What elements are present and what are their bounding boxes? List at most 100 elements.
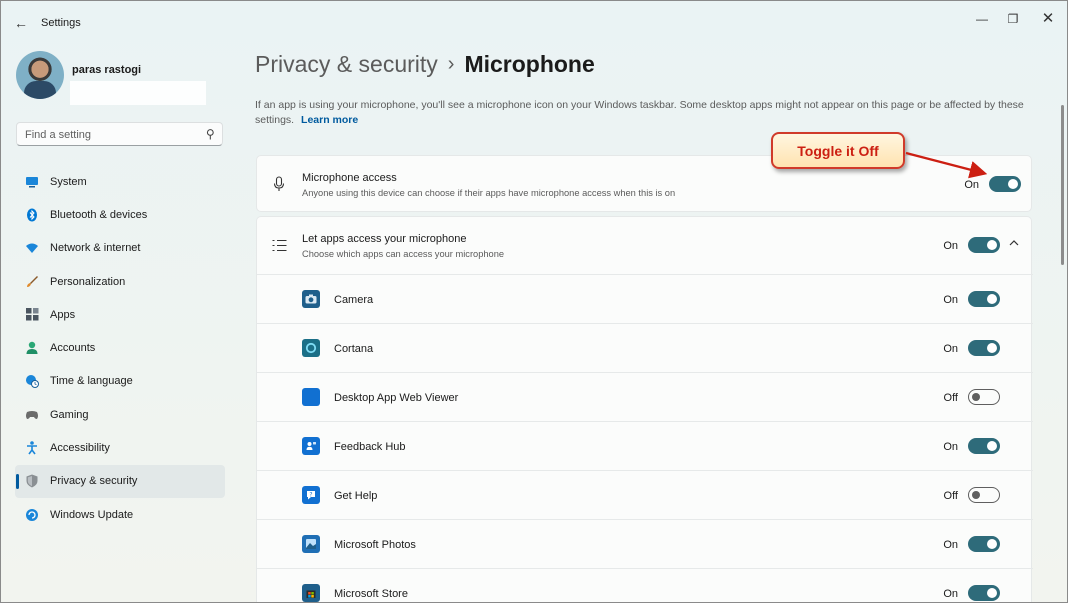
app-name: Cortana — [334, 343, 374, 355]
app-row-cortana: Cortana On — [257, 324, 1033, 373]
app-row-feedback-hub: Feedback Hub On — [257, 422, 1033, 471]
app-state: On — [943, 441, 958, 453]
bluetooth-icon — [25, 208, 39, 222]
photos-app-icon — [302, 535, 320, 553]
camera-app-icon — [302, 290, 320, 308]
sidebar-item-personalization[interactable]: Personalization — [15, 265, 225, 298]
sidebar-item-accounts[interactable]: Accounts — [15, 331, 225, 364]
brush-icon — [25, 275, 39, 289]
list-icon — [270, 236, 288, 254]
title-bar: ← Settings — ❐ ✕ — [1, 1, 1067, 41]
apps-access-subtitle: Choose which apps can access your microp… — [302, 249, 505, 259]
annotation-callout: Toggle it Off — [771, 132, 905, 169]
sidebar-item-windows-update[interactable]: Windows Update — [15, 498, 225, 531]
microphone-icon — [270, 175, 288, 193]
app-name: Camera — [334, 294, 374, 306]
maximize-button[interactable]: ❐ — [1000, 9, 1026, 29]
user-email-redacted — [70, 81, 206, 105]
controller-icon — [25, 408, 39, 422]
search-input[interactable]: Find a setting ⚲ — [16, 122, 223, 146]
close-button[interactable]: ✕ — [1035, 9, 1061, 29]
sidebar-item-label: Privacy & security — [50, 475, 138, 488]
desktop-app-web-viewer-toggle[interactable] — [968, 389, 1000, 405]
app-row-camera: Camera On — [257, 275, 1033, 324]
app-name: Microsoft Store — [334, 588, 408, 600]
app-row-desktop-app-web-viewer: Desktop App Web Viewer Off — [257, 373, 1033, 422]
app-row-get-help: ? Get Help Off — [257, 471, 1033, 520]
sidebar-item-time-language[interactable]: Time & language — [15, 365, 225, 398]
app-name: Feedback Hub — [334, 441, 406, 453]
accessibility-icon — [25, 441, 39, 455]
apps-icon — [25, 308, 39, 322]
get-help-app-icon: ? — [302, 486, 320, 504]
sidebar-item-apps[interactable]: Apps — [15, 298, 225, 331]
microphone-access-toggle[interactable] — [989, 176, 1021, 192]
camera-toggle[interactable] — [968, 291, 1000, 307]
sidebar-nav: System Bluetooth & devices Network & int… — [15, 165, 225, 531]
page-description: If an app is using your microphone, you'… — [255, 98, 1045, 128]
sidebar-item-bluetooth[interactable]: Bluetooth & devices — [15, 198, 225, 231]
store-app-icon — [302, 584, 320, 602]
description-text: If an app is using your microphone, you'… — [255, 99, 1024, 126]
user-name: paras rastogi — [72, 64, 142, 76]
sidebar-item-label: Bluetooth & devices — [50, 208, 148, 221]
sidebar-item-label: Time & language — [50, 375, 133, 388]
sidebar-item-system[interactable]: System — [15, 165, 225, 198]
settings-window: ← Settings — ❐ ✕ paras rastogi Find a se… — [0, 0, 1068, 603]
update-icon — [25, 508, 39, 522]
sidebar-item-label: System — [50, 175, 87, 188]
wifi-icon — [25, 241, 39, 255]
microphone-access-subtitle: Anyone using this device can choose if t… — [302, 188, 676, 198]
minimize-button[interactable]: — — [969, 9, 995, 29]
sidebar-item-label: Accounts — [50, 342, 96, 355]
search-icon[interactable]: ⚲ — [206, 127, 215, 141]
sidebar-item-label: Windows Update — [50, 508, 134, 521]
apps-access-card: Let apps access your microphone Choose w… — [256, 216, 1033, 602]
apps-access-toggle[interactable] — [968, 237, 1000, 253]
get-help-toggle[interactable] — [968, 487, 1000, 503]
cortana-app-icon — [302, 339, 320, 357]
cortana-toggle[interactable] — [968, 340, 1000, 356]
app-title: Settings — [41, 17, 81, 29]
app-state: On — [943, 294, 958, 306]
sidebar-item-gaming[interactable]: Gaming — [15, 398, 225, 431]
microphone-access-state: On — [964, 179, 979, 191]
app-state: On — [943, 588, 958, 600]
feedback-hub-app-icon — [302, 437, 320, 455]
sidebar-item-network[interactable]: Network & internet — [15, 232, 225, 265]
feedback-hub-toggle[interactable] — [968, 438, 1000, 454]
sidebar-item-accessibility[interactable]: Accessibility — [15, 431, 225, 464]
sidebar-item-label: Network & internet — [50, 242, 141, 255]
apps-access-title: Let apps access your microphone — [302, 233, 467, 245]
breadcrumb-parent[interactable]: Privacy & security — [255, 51, 438, 77]
breadcrumb: Privacy & security › Microphone — [255, 51, 595, 78]
apps-access-state: On — [943, 240, 958, 252]
chevron-up-icon[interactable] — [1009, 237, 1019, 247]
shield-icon — [25, 474, 39, 488]
app-state: Off — [943, 490, 958, 502]
microphone-access-title: Microphone access — [302, 172, 397, 184]
breadcrumb-separator: › — [447, 53, 455, 75]
sidebar-item-label: Accessibility — [50, 442, 110, 455]
page-title: Microphone — [464, 51, 595, 77]
microphone-access-card: Microphone access Anyone using this devi… — [256, 155, 1032, 212]
apps-access-header[interactable]: Let apps access your microphone Choose w… — [257, 217, 1033, 273]
app-row-microsoft-photos: Microsoft Photos On — [257, 520, 1033, 569]
avatar[interactable] — [16, 51, 64, 99]
microsoft-photos-toggle[interactable] — [968, 536, 1000, 552]
web-viewer-app-icon — [302, 388, 320, 406]
scrollbar[interactable] — [1061, 105, 1064, 265]
sidebar-item-privacy-security[interactable]: Privacy & security — [15, 464, 225, 498]
app-state: On — [943, 343, 958, 355]
app-name: Get Help — [334, 490, 378, 502]
microsoft-store-toggle[interactable] — [968, 585, 1000, 601]
app-name: Microsoft Photos — [334, 539, 416, 551]
svg-text:?: ? — [309, 491, 312, 498]
back-arrow-icon[interactable]: ← — [11, 13, 31, 33]
search-placeholder: Find a setting — [25, 129, 92, 141]
globe-clock-icon — [25, 374, 39, 389]
sidebar-item-label: Gaming — [50, 408, 89, 421]
sidebar-item-label: Personalization — [50, 275, 126, 288]
system-icon — [25, 175, 39, 189]
learn-more-link[interactable]: Learn more — [301, 114, 358, 126]
